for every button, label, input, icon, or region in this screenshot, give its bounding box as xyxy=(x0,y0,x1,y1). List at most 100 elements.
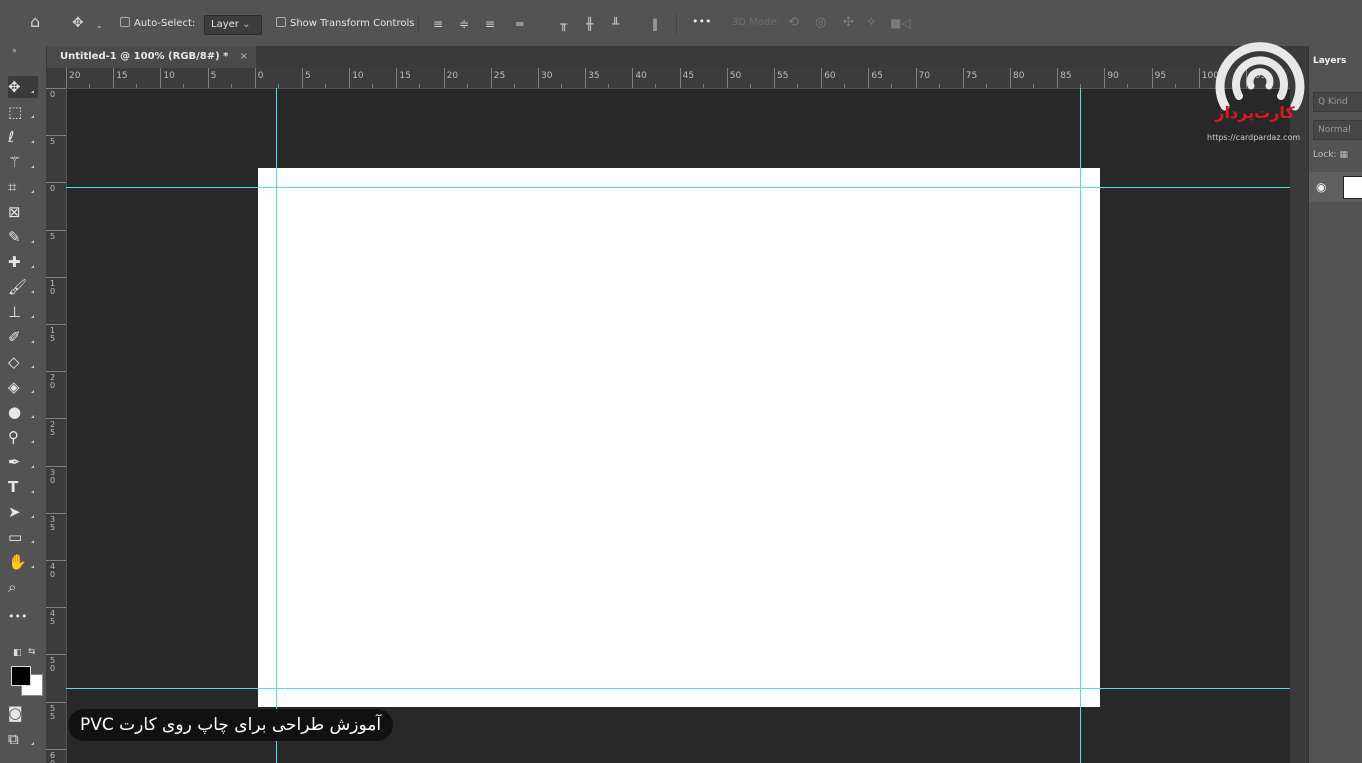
ruler-tick-label: 10 xyxy=(163,71,175,81)
brand-watermark: کارت‌پرداز https://cardpardaz.com xyxy=(1207,28,1313,146)
layer-select-value: Layer xyxy=(211,19,239,30)
ruler-tick-label: 25 xyxy=(50,420,56,438)
guide-horizontal-bottom[interactable] xyxy=(66,688,1290,689)
brush-tool-icon[interactable]: 🖌 xyxy=(8,276,38,298)
document-tab-bar: Untitled-1 @ 100% (RGB/8#) * × xyxy=(46,46,1290,68)
align-bottom-icon[interactable]: ╨ xyxy=(612,18,619,30)
lock-transparent-icon[interactable]: ▦ xyxy=(1339,150,1348,160)
ruler-tick: 10 xyxy=(46,276,66,324)
guide-vertical-left[interactable] xyxy=(276,88,277,763)
align-top-icon[interactable]: ╥ xyxy=(560,18,567,30)
healing-brush-tool-icon[interactable]: ✚ xyxy=(8,251,38,273)
chevron-down-icon[interactable]: ⌄ xyxy=(96,20,103,32)
3d-slide-icon[interactable]: ✧ xyxy=(866,16,877,29)
align-left-icon[interactable]: ≡ xyxy=(433,18,443,30)
default-colors-icon[interactable]: ◧ xyxy=(13,648,22,658)
ruler-tick: 5 xyxy=(46,135,66,182)
align-right-icon[interactable]: ≡ xyxy=(485,18,495,30)
ruler-tick-label: 5 xyxy=(50,231,56,241)
layer-thumbnail xyxy=(1343,176,1362,199)
3d-camera-icon[interactable]: ■◁ xyxy=(890,17,911,29)
crop-tool-icon[interactable]: ⌗ xyxy=(8,176,38,198)
layer-select[interactable]: Layer ⌄ xyxy=(204,15,262,35)
eyedropper-tool-icon[interactable]: ✎ xyxy=(8,226,38,248)
ruler-tick: 0 xyxy=(46,182,66,229)
rectangle-tool-icon[interactable]: ▭ xyxy=(8,526,38,548)
ruler-tick: 5 xyxy=(46,229,66,277)
eye-icon[interactable]: ◉ xyxy=(1316,180,1326,194)
layers-panel: Layers Q Kind Normal Lock: ▦ ◉ xyxy=(1308,46,1362,763)
3d-orbit-icon[interactable]: ⟲ xyxy=(788,16,799,29)
ruler-tick: 5 xyxy=(207,68,255,88)
edit-toolbar-icon[interactable]: ••• xyxy=(8,606,38,628)
close-icon[interactable]: × xyxy=(240,46,248,68)
move-tool-icon[interactable]: ✥ xyxy=(8,76,38,98)
ruler-tick: 75 xyxy=(962,68,1010,88)
marquee-tool-icon[interactable]: ⬚ xyxy=(8,101,38,123)
history-brush-tool-icon[interactable]: ✐ xyxy=(8,326,38,348)
ruler-tick: 15 xyxy=(46,324,66,371)
ruler-tick: 80 xyxy=(1010,68,1057,88)
ruler-tick-label: 40 xyxy=(635,71,647,81)
more-options-button[interactable]: ••• xyxy=(692,15,711,28)
3d-pan-icon[interactable]: ✣ xyxy=(843,16,854,29)
ruler-tick: 40 xyxy=(632,68,679,88)
video-caption: آموزش طراحی برای چاپ روی کارت PVC xyxy=(68,709,394,741)
ruler-corner[interactable] xyxy=(46,68,66,88)
swap-colors-icon[interactable]: ⇆ xyxy=(28,647,36,657)
ruler-tick: 60 xyxy=(821,68,868,88)
ruler-tick-label: 45 xyxy=(50,609,56,627)
ruler-tick-label: 60 xyxy=(50,750,56,763)
horizontal-ruler[interactable]: 20 15 10 5 0 5 10 15 20 25 30 35 40 45 50 55 60 65 70 75 80 8… xyxy=(66,68,1290,89)
distribute-horizontal-icon[interactable]: ═ xyxy=(516,18,523,30)
guide-vertical-right[interactable] xyxy=(1080,88,1081,763)
document-canvas[interactable] xyxy=(258,168,1100,707)
dodge-tool-icon[interactable]: ⚲ xyxy=(8,426,38,448)
guide-horizontal-top[interactable] xyxy=(66,187,1290,188)
show-transform-checkbox[interactable]: Show Transform Controls xyxy=(276,17,414,29)
layer-row[interactable]: ◉ xyxy=(1309,172,1362,202)
auto-select-checkbox[interactable]: Auto-Select: xyxy=(120,17,195,29)
layer-kind-filter[interactable]: Q Kind xyxy=(1313,92,1362,112)
blur-tool-icon[interactable]: ● xyxy=(8,401,38,423)
ruler-tick-label: 45 xyxy=(682,71,695,81)
lasso-tool-icon[interactable]: ℓ xyxy=(8,126,38,148)
blend-mode-select[interactable]: Normal xyxy=(1313,120,1362,140)
ruler-tick-label: 5 xyxy=(210,71,217,81)
home-icon[interactable]: ⌂ xyxy=(30,14,40,30)
ruler-tick: 10 xyxy=(349,68,396,88)
align-hcenter-icon[interactable]: ≑ xyxy=(459,18,469,30)
ruler-tick-label: 20 xyxy=(69,71,81,81)
foreground-color-swatch[interactable] xyxy=(11,666,31,686)
ruler-tick-label: 65 xyxy=(871,71,883,81)
hand-tool-icon[interactable]: ✋ xyxy=(8,551,38,573)
ruler-tick: 30 xyxy=(46,465,66,513)
magic-wand-tool-icon[interactable]: ⚚ xyxy=(8,151,38,173)
path-selection-tool-icon[interactable]: ➤ xyxy=(8,501,38,523)
type-tool-icon[interactable]: T xyxy=(8,476,38,498)
distribute-vertical-icon[interactable]: ‖ xyxy=(652,18,658,30)
align-vcenter-icon[interactable]: ╫ xyxy=(586,18,593,30)
pen-tool-icon[interactable]: ✒ xyxy=(8,451,38,473)
zoom-tool-icon[interactable]: ⌕ xyxy=(8,576,38,598)
clone-stamp-tool-icon[interactable]: ⊥ xyxy=(8,301,38,323)
ruler-tick: 55 xyxy=(774,68,821,88)
layers-tab[interactable]: Layers xyxy=(1313,56,1346,66)
collapse-icon[interactable]: » xyxy=(12,46,17,55)
paint-bucket-tool-icon[interactable]: ◈ xyxy=(8,376,38,398)
vertical-ruler[interactable]: 05051015202530354045505560 xyxy=(46,88,67,763)
move-tool-icon[interactable]: ✥ xyxy=(72,16,84,30)
quick-mask-icon[interactable]: ◙ xyxy=(8,702,38,724)
ruler-tick: 45 xyxy=(46,607,66,654)
panel-dock-strip xyxy=(1290,46,1308,763)
ruler-tick: 25 xyxy=(46,418,66,465)
lock-label: Lock: ▦ xyxy=(1313,150,1348,160)
screen-mode-icon[interactable]: ⧉ xyxy=(8,728,38,750)
ruler-tick-label: 25 xyxy=(493,71,506,81)
document-tab[interactable]: Untitled-1 @ 100% (RGB/8#) * × xyxy=(46,46,256,68)
frame-tool-icon[interactable]: ⊠ xyxy=(8,201,38,223)
ruler-tick-label: 5 xyxy=(305,71,311,81)
ruler-tick: 20 xyxy=(443,68,491,88)
3d-roll-icon[interactable]: ◎ xyxy=(815,16,826,29)
eraser-tool-icon[interactable]: ◇ xyxy=(8,351,38,373)
